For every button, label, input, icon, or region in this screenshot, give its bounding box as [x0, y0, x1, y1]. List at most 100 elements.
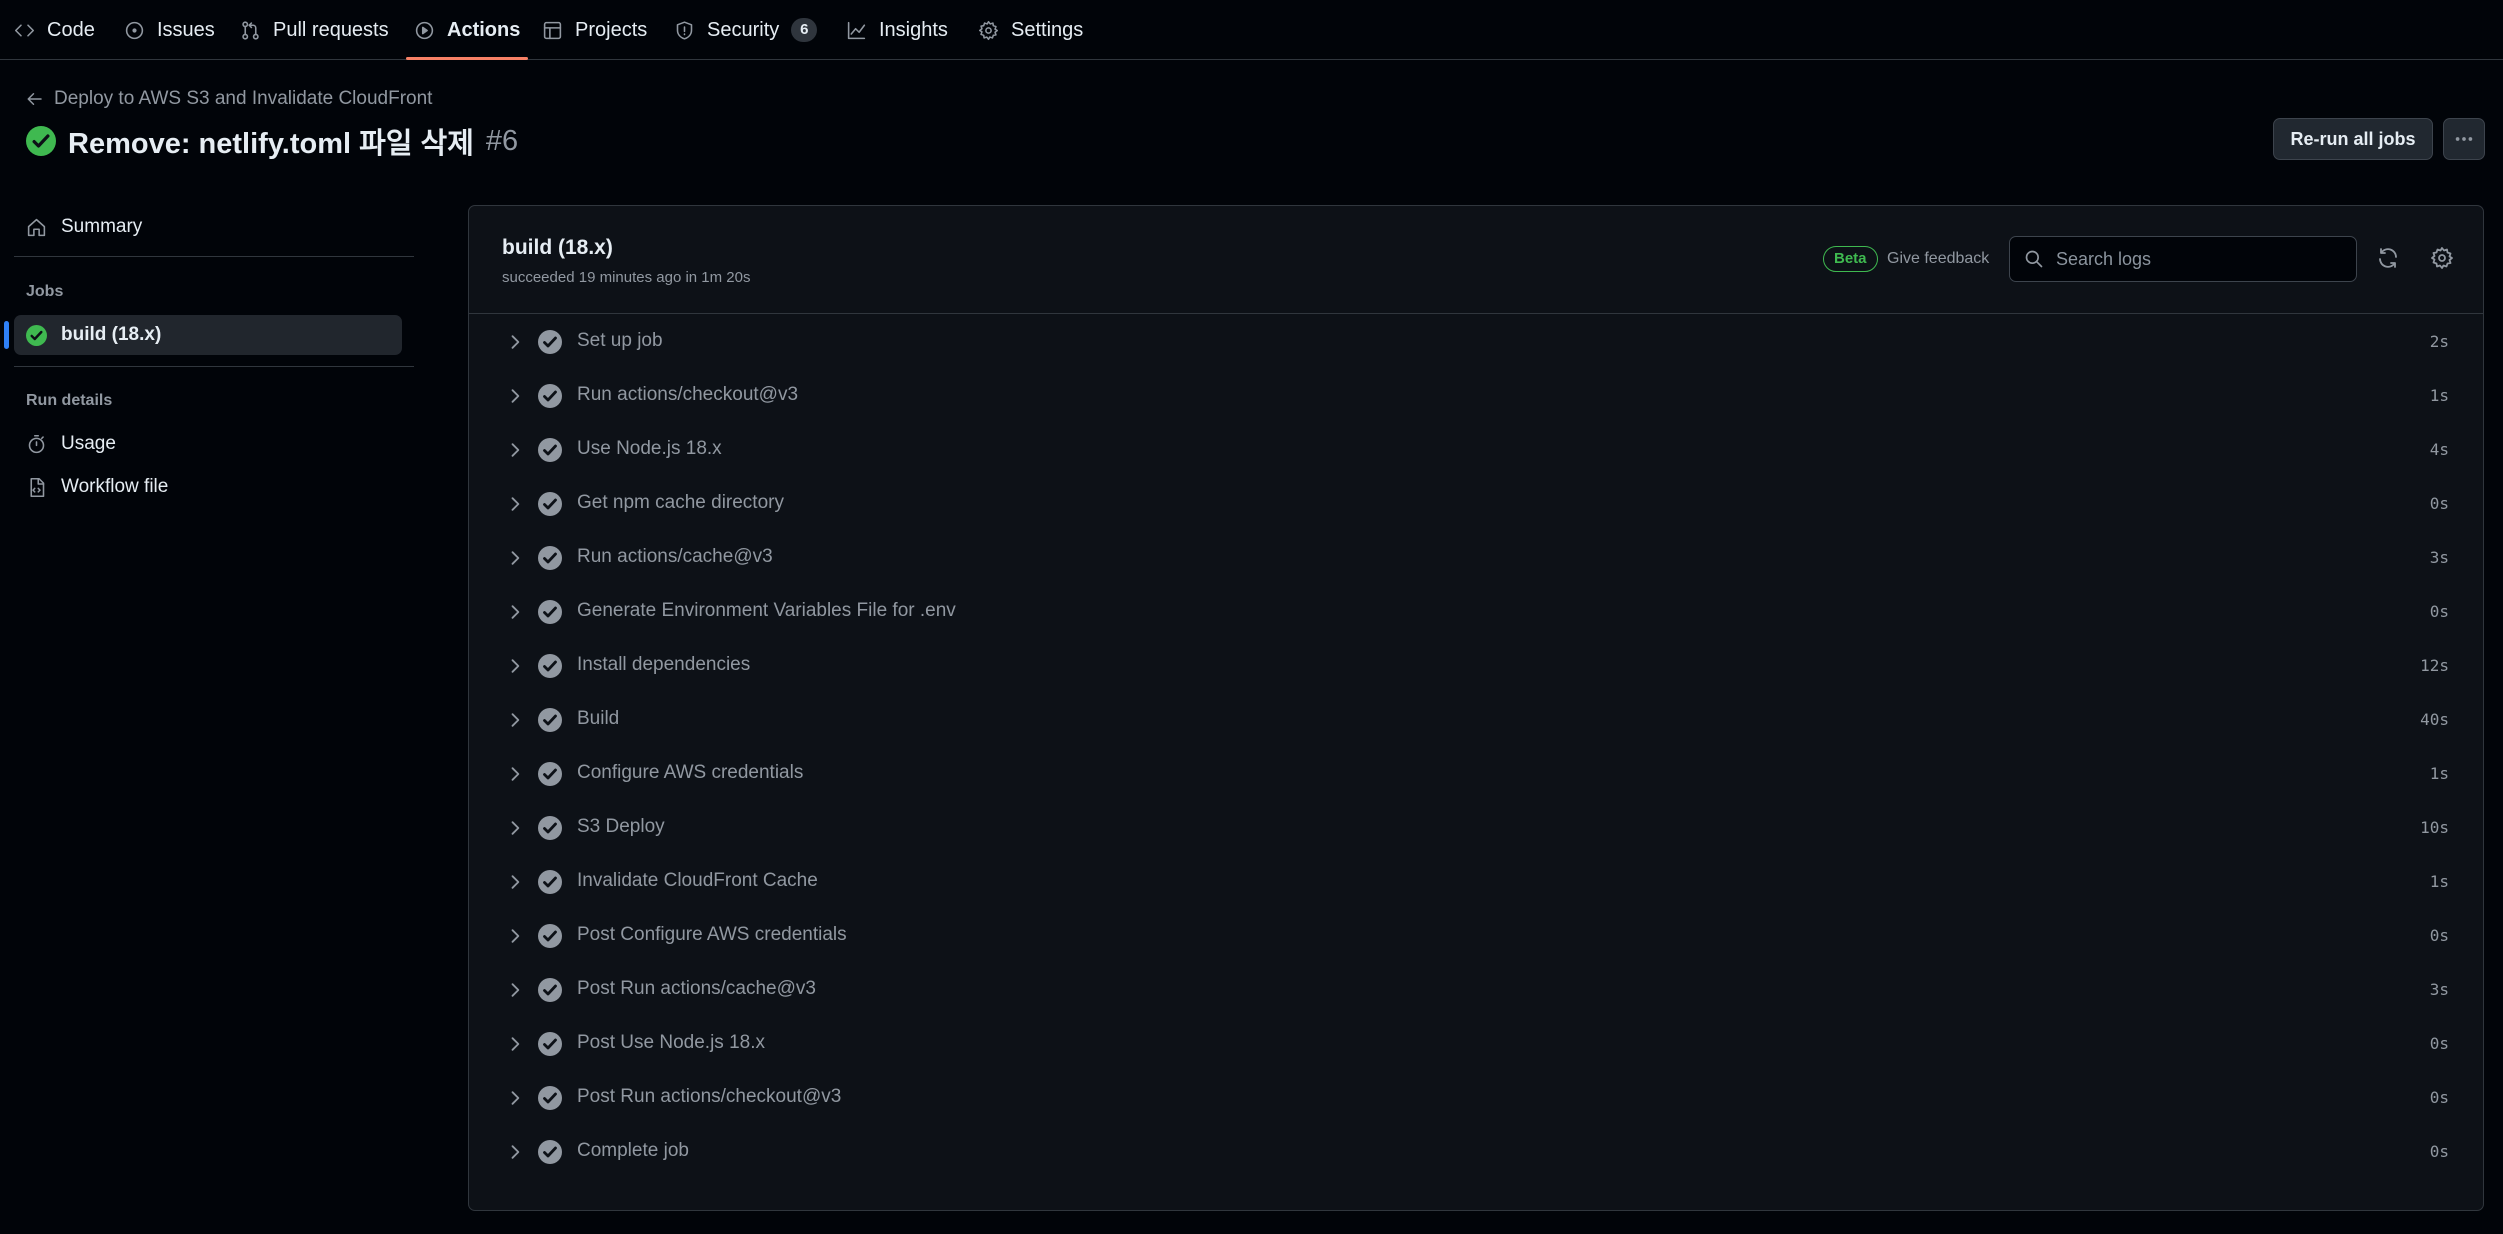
issue-icon	[125, 21, 144, 39]
sync-icon	[2379, 248, 2397, 268]
step-row[interactable]: Build 40s	[469, 693, 2483, 747]
tab-security[interactable]: Security 6	[674, 0, 818, 60]
step-name: S3 Deploy	[577, 816, 665, 837]
step-name: Post Configure AWS credentials	[577, 924, 847, 945]
step-row[interactable]: Generate Environment Variables File for …	[469, 585, 2483, 639]
step-name: Complete job	[577, 1140, 689, 1161]
more-options-button[interactable]	[2443, 118, 2485, 160]
check-circle-fill-icon	[538, 1140, 562, 1164]
sidebar-item-usage[interactable]: Usage	[14, 424, 404, 464]
check-circle-fill-icon	[538, 330, 562, 354]
sidebar-heading-jobs: Jobs	[26, 283, 64, 300]
code-icon	[14, 23, 35, 37]
step-name: Use Node.js 18.x	[577, 438, 722, 459]
chevron-right-icon[interactable]	[505, 1088, 525, 1108]
chevron-right-icon[interactable]	[505, 656, 525, 676]
repo-nav: Code Issues Pull requests Actions Projec…	[0, 0, 2503, 60]
chevron-right-icon[interactable]	[505, 602, 525, 622]
beta-badge: Beta	[1823, 246, 1878, 272]
step-duration: 0s	[2429, 1088, 2449, 1107]
step-row[interactable]: Invalidate CloudFront Cache 1s	[469, 855, 2483, 909]
step-row[interactable]: Post Run actions/cache@v3 3s	[469, 963, 2483, 1017]
check-circle-fill-icon	[538, 384, 562, 408]
step-row[interactable]: Configure AWS credentials 1s	[469, 747, 2483, 801]
sidebar-item-workflow-file[interactable]: Workflow file	[14, 467, 404, 507]
step-duration: 4s	[2429, 440, 2449, 459]
step-name: Configure AWS credentials	[577, 762, 804, 783]
check-circle-fill-icon	[538, 816, 562, 840]
search-logs-input[interactable]	[2056, 239, 2356, 279]
tab-settings[interactable]: Settings	[978, 0, 1083, 60]
chevron-right-icon[interactable]	[505, 926, 525, 946]
sidebar-item-summary[interactable]: Summary	[14, 207, 404, 247]
step-duration: 3s	[2429, 548, 2449, 567]
chevron-right-icon[interactable]	[505, 1034, 525, 1054]
job-title: build (18.x)	[502, 236, 613, 259]
chevron-right-icon[interactable]	[505, 386, 525, 406]
chevron-right-icon[interactable]	[505, 872, 525, 892]
step-name: Invalidate CloudFront Cache	[577, 870, 818, 891]
step-name: Build	[577, 708, 620, 729]
tab-code[interactable]: Code	[14, 0, 95, 60]
check-circle-fill-icon	[26, 126, 56, 156]
chevron-right-icon[interactable]	[505, 818, 525, 838]
back-to-workflow-link[interactable]: Deploy to AWS S3 and Invalidate CloudFro…	[26, 86, 432, 112]
sidebar-item-job-build[interactable]: build (18.x)	[4, 315, 402, 355]
chevron-right-icon[interactable]	[505, 548, 525, 568]
give-feedback-link[interactable]: Give feedback	[1887, 250, 1989, 268]
file-code-icon	[30, 477, 45, 497]
chevron-right-icon[interactable]	[505, 1142, 525, 1162]
step-duration: 10s	[2420, 818, 2449, 837]
table-icon	[543, 21, 562, 39]
step-list: Set up job 2s Run actions/checkout@v3 1s…	[469, 315, 2483, 1179]
step-row[interactable]: Run actions/cache@v3 3s	[469, 531, 2483, 585]
step-name: Set up job	[577, 330, 663, 351]
job-log-panel: build (18.x) succeeded 19 minutes ago in…	[468, 205, 2484, 1211]
step-duration: 1s	[2429, 386, 2449, 405]
step-duration: 3s	[2429, 980, 2449, 999]
run-title-text: Remove: netlify.toml 파일 삭제	[68, 128, 474, 160]
check-circle-fill-icon	[538, 762, 562, 786]
gear-icon	[978, 20, 999, 40]
chevron-right-icon[interactable]	[505, 332, 525, 352]
step-duration: 0s	[2429, 602, 2449, 621]
log-settings-button[interactable]	[2430, 246, 2456, 272]
step-row[interactable]: Post Run actions/checkout@v3 0s	[469, 1071, 2483, 1125]
step-row[interactable]: Complete job 0s	[469, 1125, 2483, 1179]
step-duration: 0s	[2429, 494, 2449, 513]
kebab-horizontal-icon	[2455, 137, 2473, 141]
step-name: Generate Environment Variables File for …	[577, 600, 956, 621]
chevron-right-icon[interactable]	[505, 494, 525, 514]
check-circle-fill-icon	[538, 1032, 562, 1056]
refresh-button[interactable]	[2376, 246, 2402, 272]
step-row[interactable]: Use Node.js 18.x 4s	[469, 423, 2483, 477]
pull-request-icon	[242, 20, 259, 40]
check-circle-fill-icon	[538, 654, 562, 678]
play-icon	[415, 21, 434, 39]
chevron-right-icon[interactable]	[505, 980, 525, 1000]
tab-projects[interactable]: Projects	[542, 0, 647, 60]
step-row[interactable]: Run actions/checkout@v3 1s	[469, 369, 2483, 423]
check-circle-fill-icon	[538, 1086, 562, 1110]
search-logs-box[interactable]	[2009, 236, 2357, 282]
step-row[interactable]: Get npm cache directory 0s	[469, 477, 2483, 531]
step-duration: 12s	[2420, 656, 2449, 675]
tab-actions[interactable]: Actions	[405, 0, 529, 60]
tab-pull-requests[interactable]: Pull requests	[240, 0, 389, 60]
step-row[interactable]: Install dependencies 12s	[469, 639, 2483, 693]
rerun-all-jobs-button[interactable]: Re-run all jobs	[2273, 118, 2433, 160]
sidebar-divider	[14, 366, 414, 367]
check-circle-fill-icon	[538, 708, 562, 732]
sidebar-heading-run-details: Run details	[26, 392, 113, 409]
step-row[interactable]: S3 Deploy 10s	[469, 801, 2483, 855]
graph-icon	[847, 21, 866, 39]
chevron-right-icon[interactable]	[505, 710, 525, 730]
tab-issues[interactable]: Issues	[124, 0, 215, 60]
step-row[interactable]: Set up job 2s	[469, 315, 2483, 369]
chevron-right-icon[interactable]	[505, 440, 525, 460]
chevron-right-icon[interactable]	[505, 764, 525, 784]
tab-insights[interactable]: Insights	[846, 0, 948, 60]
step-row[interactable]: Post Use Node.js 18.x 0s	[469, 1017, 2483, 1071]
step-row[interactable]: Post Configure AWS credentials 0s	[469, 909, 2483, 963]
step-name: Post Run actions/cache@v3	[577, 978, 816, 999]
